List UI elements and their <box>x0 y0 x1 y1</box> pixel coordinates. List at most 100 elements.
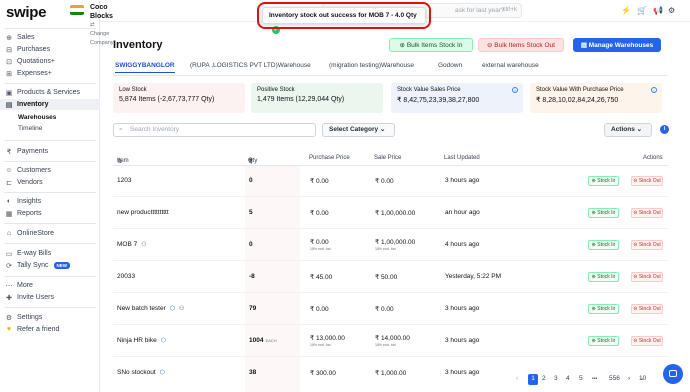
bulk-stock-in-button[interactable]: ⊕ Bulk Items Stock In <box>389 38 473 52</box>
stock-out-button[interactable]: ⊖ Stock Out <box>631 176 663 186</box>
next-page-icon[interactable]: › <box>628 374 630 384</box>
sidebar-item-payments[interactable]: ₹ Payments <box>0 146 100 157</box>
item-name[interactable]: 20033 <box>117 273 135 280</box>
sidebar-item-warehouses[interactable]: Warehouses <box>0 112 100 123</box>
stock-out-button[interactable]: ⊖ Stock Out <box>631 272 663 282</box>
tab-external-warehouse[interactable]: external warehouse <box>482 62 539 69</box>
sidebar-item-purchases[interactable]: ⊟ Purchases <box>0 44 100 55</box>
box-icon: ▣ <box>5 89 13 97</box>
purchase-price: ₹ 0.00 <box>310 178 329 185</box>
tab-godown[interactable]: Godown <box>438 62 462 69</box>
insights-icon: ◐ <box>6 198 12 205</box>
purchase-price: ₹ 45.00 <box>310 274 333 281</box>
swipe-logo[interactable]: swipe <box>6 4 46 21</box>
sidebar-item-insights[interactable]: ◐ Insights <box>0 196 100 207</box>
table-row[interactable]: Ninja HR bike ⬡ 1004 EACH ₹ 13,000.00 18% … <box>113 326 668 357</box>
plus-circle-icon: ⊕ <box>399 42 407 49</box>
check-circle-icon: ✓ <box>272 26 280 35</box>
stock-out-button[interactable]: ⊖ Stock Out <box>631 208 663 218</box>
filter-icon[interactable]: ▼ <box>248 158 254 164</box>
tab-migration-testing[interactable]: (migration testing)Warehouse <box>329 62 414 69</box>
info-icon[interactable]: i <box>660 125 669 134</box>
sidebar-item-sales[interactable]: ⊕ Sales <box>0 32 100 43</box>
page-last[interactable]: 556 <box>609 374 620 384</box>
sidebar-item-timeline[interactable]: Timeline <box>0 123 100 134</box>
sidebar-item-invite-users[interactable]: ✚ Invite Users <box>0 292 100 303</box>
card-value: ₹ 8,28,10,02,84,24,26,750 <box>536 97 619 104</box>
page-2[interactable]: 2 <box>542 374 546 384</box>
table-row[interactable]: SNo stockout ⬡ 38 ₹ 300.00 ₹ 1,000.00 3 h… <box>113 358 668 389</box>
purchase-price: ₹ 0.00 <box>310 239 329 246</box>
table-row[interactable]: New batch tester ⬡ ⚇ 79 ₹ 0.00 ₹ 0.00 3 ho… <box>113 294 668 325</box>
prev-page-icon[interactable]: ‹ <box>516 374 518 384</box>
table-row[interactable]: MOB 7 ⚇ 0 ₹ 0.00 18% excl. tax ₹ 1,00,000… <box>113 230 668 261</box>
info-icon[interactable]: i <box>651 87 657 93</box>
sidebar-item-settings[interactable]: ⚙ Settings <box>0 312 100 323</box>
table-row[interactable]: new productttttttttt 5 ₹ 0.00 ₹ 1,00,000… <box>113 198 668 229</box>
sidebar-item-onlinestore[interactable]: ⌂ OnlineStore <box>0 228 100 239</box>
table-row[interactable]: 20033 -8 ₹ 45.00 ₹ 50.00 Yesterday, 5:22… <box>113 262 668 293</box>
divider <box>4 243 96 244</box>
sidebar-item-more[interactable]: ⋯ More <box>0 280 100 291</box>
batch-icon: ⬡ <box>159 370 165 376</box>
page-ellipsis[interactable]: ••• <box>592 374 597 384</box>
stock-in-button[interactable]: ⊕ Stock In <box>588 336 619 346</box>
sale-price: ₹ 50.00 <box>375 274 398 281</box>
info-icon[interactable]: i <box>512 87 518 93</box>
search-inventory-input[interactable]: ⌕ Search Inventory <box>113 123 316 137</box>
page-3[interactable]: 3 <box>554 374 558 384</box>
sort-icon[interactable]: ⇅ <box>117 158 122 165</box>
stock-out-button[interactable]: ⊖ Stock Out <box>631 304 663 314</box>
new-badge: NEW <box>53 262 71 269</box>
item-name[interactable]: SNo stockout ⬡ <box>117 369 165 376</box>
stock-out-button[interactable]: ⊖ Stock Out <box>631 240 663 250</box>
settings-icon[interactable]: ⚙ <box>668 6 675 15</box>
stock-in-button[interactable]: ⊕ Stock In <box>588 272 619 282</box>
last-updated: 3 hours ago <box>445 177 480 184</box>
sidebar-item-customers[interactable]: ☺ Customers <box>0 165 100 176</box>
item-name[interactable]: MOB 7 ⚇ <box>117 241 147 248</box>
shortcut-hint: ctrl+k <box>502 7 517 13</box>
stock-in-button[interactable]: ⊕ Stock In <box>588 176 619 186</box>
page-4[interactable]: 4 <box>566 374 570 384</box>
tab-swiggybanglor[interactable]: SWIGGYBANGLOR <box>115 62 175 73</box>
manage-warehouses-button[interactable]: ▤ Manage Warehouses <box>573 38 661 52</box>
sidebar-item-expenses[interactable]: ⊞ Expenses+ <box>0 68 100 79</box>
tabs-divider <box>113 75 668 76</box>
stock-in-button[interactable]: ⊕ Stock In <box>588 304 619 314</box>
sidebar-item-products[interactable]: ▣ Products & Services <box>0 87 100 98</box>
page-5[interactable]: 5 <box>579 374 583 384</box>
actions-dropdown[interactable]: Actions ⌄ <box>604 123 652 137</box>
stock-in-button[interactable]: ⊕ Stock In <box>588 240 619 250</box>
sidebar-item-inventory[interactable]: ▤ Inventory <box>0 99 100 110</box>
bulk-stock-out-button[interactable]: ⊖ Bulk Items Stock Out <box>478 38 564 52</box>
item-name[interactable]: Ninja HR bike ⬡ <box>117 337 166 344</box>
divider <box>4 28 96 29</box>
page-1[interactable]: 1 <box>528 374 538 385</box>
divider <box>4 83 96 84</box>
sale-price: ₹ 1,00,000.00 <box>375 210 416 217</box>
positive-stock-card[interactable]: Positive Stock 1,479 Items (12,29,044 Qt… <box>251 83 383 113</box>
sidebar-item-ewaybills[interactable]: ▭ E-way Bills <box>0 248 100 259</box>
sidebar-item-tallysync[interactable]: ⟳ Tally Sync NEW <box>0 260 100 271</box>
stock-in-button[interactable]: ⊕ Stock In <box>588 208 619 218</box>
item-name[interactable]: New batch tester ⬡ ⚇ <box>117 305 184 312</box>
item-name[interactable]: new productttttttttt <box>117 209 169 216</box>
low-stock-card[interactable]: Low Stock 5,874 Items (-2,67,73,777 Qty) <box>113 83 245 113</box>
table-row[interactable]: 1203 0 ₹ 0.00 ₹ 0.00 3 hours ago ⊕ Stock… <box>113 166 668 197</box>
sidebar-item-refer[interactable]: ♥ Refer a friend <box>0 324 100 335</box>
sidebar-item-reports[interactable]: ▦ Reports <box>0 208 100 219</box>
category-select[interactable]: Select Category ⌄ <box>322 123 395 137</box>
cart-icon[interactable]: 🛒 <box>637 6 647 15</box>
item-name[interactable]: 1203 <box>117 177 131 184</box>
tab-rupa-logistics[interactable]: (RUPA ,LOGISTICS PVT LTD)Warehouse <box>190 62 311 69</box>
stock-out-button[interactable]: ⊖ Stock Out <box>631 336 663 346</box>
chat-support-icon[interactable] <box>663 364 683 384</box>
sidebar-item-quotations[interactable]: ⊡ Quotations+ <box>0 56 100 67</box>
lightning-icon[interactable]: ⚡ <box>621 6 631 15</box>
bag-icon: ⊟ <box>6 46 12 54</box>
megaphone-icon[interactable]: 📢 <box>653 6 663 15</box>
page-size-select[interactable]: 10 ⌄ <box>639 374 646 384</box>
sidebar-item-vendors[interactable]: ⊏ Vendors <box>0 177 100 188</box>
divider <box>4 223 96 224</box>
